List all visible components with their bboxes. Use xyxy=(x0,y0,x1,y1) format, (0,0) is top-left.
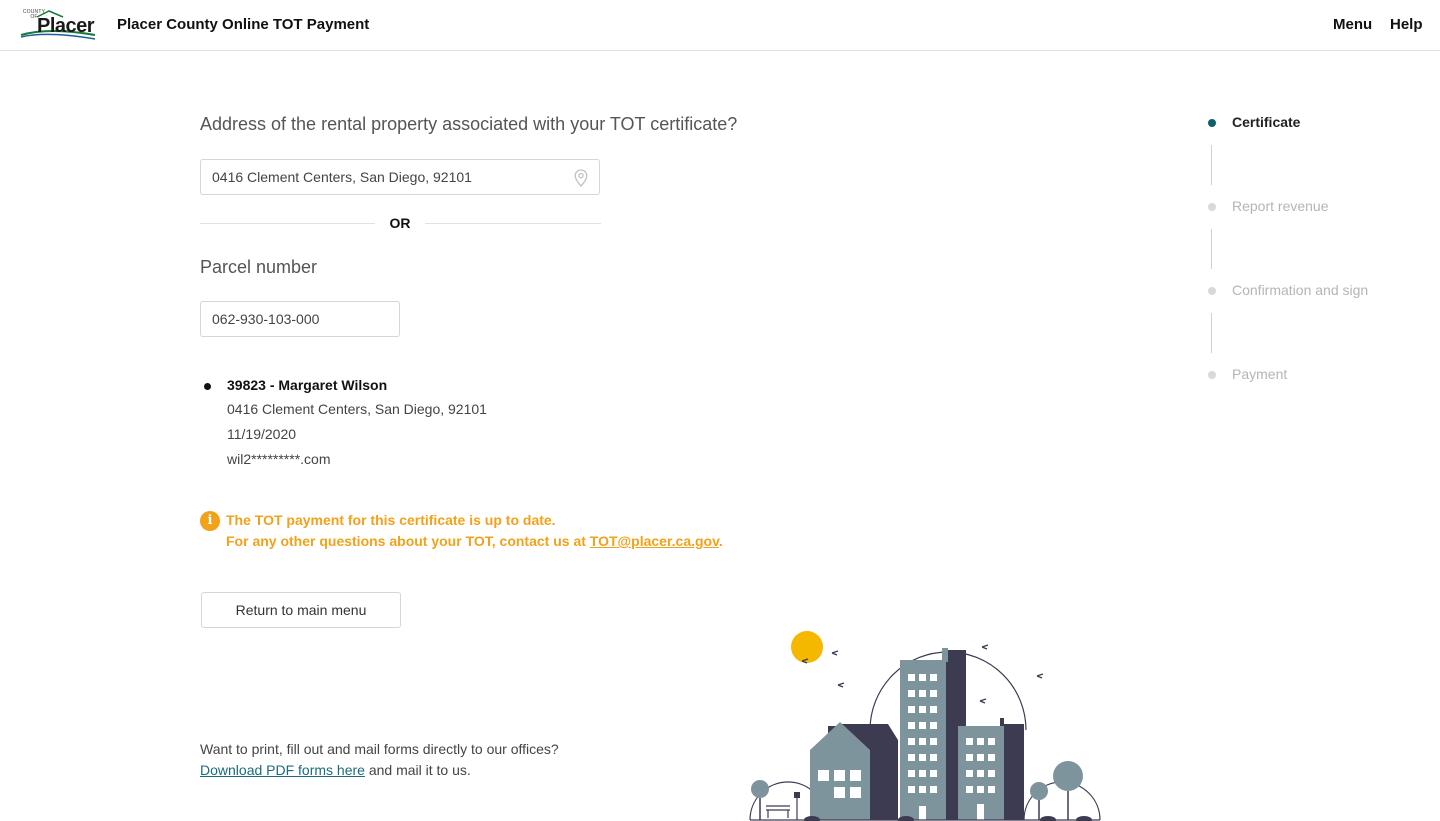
step-confirmation-and-sign: Confirmation and sign xyxy=(1232,282,1369,298)
return-to-main-menu-button[interactable]: Return to main menu xyxy=(201,592,401,628)
info-icon: i xyxy=(200,511,220,531)
sun-shape xyxy=(791,631,823,663)
address-question-heading: Address of the rental property associate… xyxy=(200,114,738,134)
parcel-number-input[interactable] xyxy=(201,302,397,336)
parcel-field[interactable] xyxy=(200,301,400,337)
footer-download-line: Download PDF forms here and mail it to u… xyxy=(200,762,471,778)
notice-contact-prefix: For any other questions about your TOT, … xyxy=(226,533,590,549)
notice-contact-text: For any other questions about your TOT, … xyxy=(226,533,723,549)
download-pdf-forms-link[interactable]: Download PDF forms here xyxy=(200,762,365,778)
or-divider-left xyxy=(200,223,375,224)
result-email: wil2*********.com xyxy=(227,451,331,467)
nav-menu-link[interactable]: Menu xyxy=(1333,16,1372,33)
nav-help-link[interactable]: Help xyxy=(1390,16,1423,33)
step-connector xyxy=(1211,229,1212,269)
map-pin-icon xyxy=(574,169,588,187)
step-connector xyxy=(1211,313,1212,353)
result-date: 11/19/2020 xyxy=(227,426,297,442)
top-bar: COUNTY OF Placer Placer County Online TO… xyxy=(0,0,1440,51)
result-title: 39823 - Margaret Wilson xyxy=(227,377,388,393)
step-certificate: Certificate xyxy=(1232,114,1301,130)
step-report-revenue: Report revenue xyxy=(1232,198,1329,214)
or-divider-right xyxy=(425,223,601,224)
step-dot-confirmation xyxy=(1208,287,1216,295)
notice-contact-suffix: . xyxy=(718,533,723,549)
step-dot-certificate xyxy=(1208,119,1216,127)
step-dot-report-revenue xyxy=(1208,203,1216,211)
result-address: 0416 Clement Centers, San Diego, 92101 xyxy=(227,401,487,417)
step-payment: Payment xyxy=(1232,366,1288,382)
step-connector xyxy=(1211,145,1212,185)
footer-print-text: Want to print, fill out and mail forms d… xyxy=(200,741,559,757)
city-illustration xyxy=(749,631,1101,821)
notice-status-text: The TOT payment for this certificate is … xyxy=(226,512,556,528)
result-bullet xyxy=(204,383,211,390)
logo-wordmark: Placer xyxy=(37,15,95,37)
address-input[interactable] xyxy=(201,160,561,194)
contact-email-link[interactable]: TOT@placer.ca.gov xyxy=(590,533,719,549)
or-label: OR xyxy=(389,215,411,231)
app-title: Placer County Online TOT Payment xyxy=(117,16,370,33)
step-dot-payment xyxy=(1208,371,1216,379)
parcel-number-heading: Parcel number xyxy=(200,257,318,277)
address-field[interactable] xyxy=(200,159,600,195)
placer-county-logo[interactable]: COUNTY OF Placer xyxy=(19,9,97,41)
progress-stepper: Certificate Report revenue Confirmation … xyxy=(1200,110,1400,400)
footer-mail-text: and mail it to us. xyxy=(364,762,471,778)
